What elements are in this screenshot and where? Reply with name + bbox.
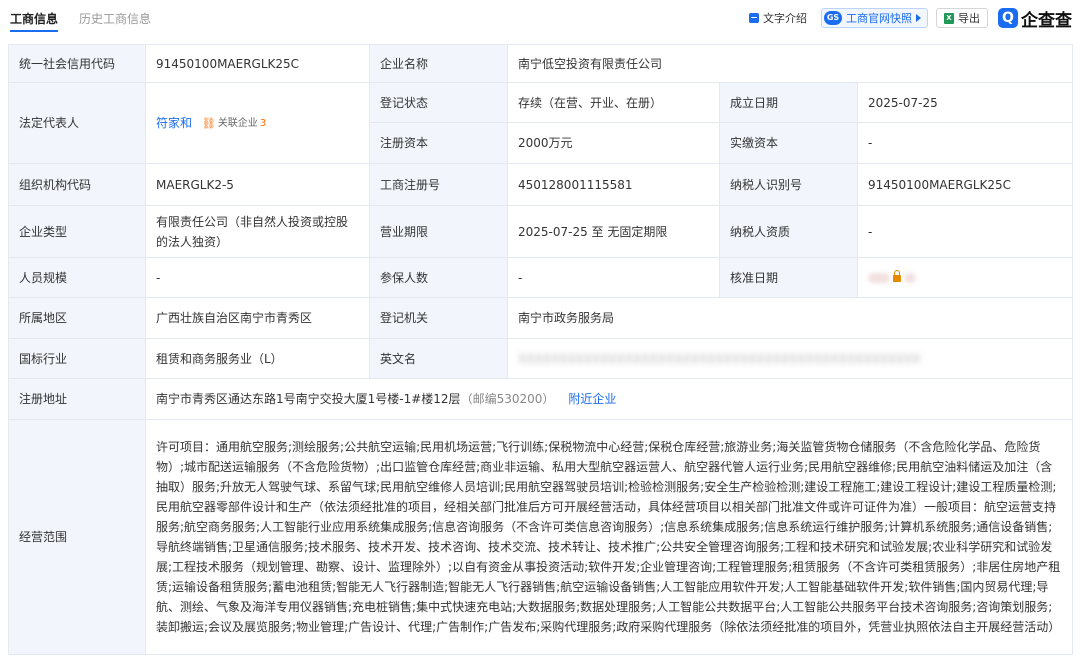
credit-code-value: 91450100MAERGLK25C (145, 44, 370, 83)
company-type-value: 有限责任公司（非自然人投资或控股的法人独资） (145, 205, 370, 258)
address-value: 南宁市青秀区通达东路1号南宁交投大厦1号楼-1#楼12层 (156, 392, 461, 406)
brand-logo: Q 企查查 (998, 6, 1072, 31)
address-label: 注册地址 (8, 378, 146, 420)
official-snapshot-button[interactable]: GS 工商官网快照 (821, 8, 928, 28)
approval-date-value[interactable] (856, 257, 1074, 298)
insured-value: - (507, 257, 720, 298)
region-value: 广西壮族自治区南宁市青秀区 (145, 297, 370, 339)
reg-capital-label: 注册资本 (369, 122, 508, 164)
taxpayer-qual-label: 纳税人资质 (719, 205, 858, 258)
english-name-blurred: XXXXXXXXXXXXXXXXXXXXXXXXXXXXXXXXXXXXXXXX… (518, 351, 921, 366)
export-button[interactable]: X 导出 (936, 8, 988, 28)
region-label: 所属地区 (8, 297, 146, 339)
table-row: 人员规模 - 参保人数 - 核准日期 (8, 257, 1074, 298)
taxpayer-id-value: 91450100MAERGLK25C (856, 163, 1074, 206)
approval-date-blur (868, 273, 890, 283)
tab-business-info[interactable]: 工商信息 (10, 10, 58, 27)
address-cell: 南宁市青秀区通达东路1号南宁交投大厦1号楼-1#楼12层（邮编530200） 附近… (144, 378, 1074, 420)
reg-number-value: 450128001115581 (507, 163, 720, 206)
top-bar: 工商信息 历史工商信息 文字介绍 GS 工商官网快照 X 导出 Q 企查查 (0, 0, 1080, 36)
postal-code: （邮编530200） (460, 392, 555, 406)
text-intro-link[interactable]: 文字介绍 (749, 10, 807, 26)
legal-rep-label: 法定代表人 (8, 82, 146, 164)
approval-date-blur-tail (904, 273, 916, 283)
established-label: 成立日期 (719, 82, 858, 123)
table-row: 所属地区 广西壮族自治区南宁市青秀区 登记机关 南宁市政务服务局 (8, 297, 1074, 339)
nearby-companies-link[interactable]: 附近企业 (568, 392, 616, 406)
insured-label: 参保人数 (369, 257, 508, 298)
snapshot-badge-icon: GS (824, 11, 842, 25)
table-row: 国标行业 租赁和商务服务业（L） 英文名 XXXXXXXXXXXXXXXXXXX… (8, 338, 1074, 379)
reg-authority-label: 登记机关 (369, 297, 508, 339)
table-row: 组织机构代码 MAERGLK2-5 工商注册号 450128001115581 … (8, 163, 1074, 206)
taxpayer-id-label: 纳税人识别号 (719, 163, 858, 206)
company-type-label: 企业类型 (8, 205, 146, 258)
table-row: 经营范围 许可项目：通用航空服务;测绘服务;公共航空运输;民用机场运营;飞行训练… (8, 419, 1074, 655)
established-value: 2025-07-25 (856, 82, 1074, 123)
table-row: 法定代表人 符家和 ⛓ 关联企业 3 登记状态 存续（在营、开业、在册） 成立日… (8, 82, 1074, 164)
staff-size-value: - (145, 257, 370, 298)
org-code-label: 组织机构代码 (8, 163, 146, 206)
legal-rep-cell: 符家和 ⛓ 关联企业 3 (145, 82, 370, 164)
related-companies-link[interactable]: ⛓ 关联企业 3 (202, 114, 266, 134)
credit-code-label: 统一社会信用代码 (8, 44, 146, 83)
related-companies-icon: ⛓ (201, 116, 216, 130)
document-icon (749, 13, 759, 23)
scope-label: 经营范围 (8, 419, 146, 655)
table-row: 企业类型 有限责任公司（非自然人投资或控股的法人独资） 营业期限 2025-07… (8, 205, 1074, 258)
snapshot-label: 工商官网快照 (846, 12, 912, 25)
org-code-value: MAERGLK2-5 (145, 163, 370, 206)
scope-value: 许可项目：通用航空服务;测绘服务;公共航空运输;民用机场运营;飞行训练;保税物流… (144, 419, 1074, 655)
reg-capital-value: 2000万元 (507, 122, 720, 164)
play-arrow-icon (916, 14, 921, 22)
english-name-label: 英文名 (369, 338, 508, 379)
business-term-label: 营业期限 (369, 205, 508, 258)
active-tab-indicator (10, 30, 58, 32)
export-label: 导出 (958, 12, 980, 25)
text-intro-label: 文字介绍 (763, 12, 807, 25)
table-row: 统一社会信用代码 91450100MAERGLK25C 企业名称 南宁低空投资有… (8, 44, 1074, 83)
industry-value: 租赁和商务服务业（L） (145, 338, 370, 379)
lock-icon (893, 269, 901, 282)
reg-status-label: 登记状态 (369, 82, 508, 123)
table-row: 注册地址 南宁市青秀区通达东路1号南宁交投大厦1号楼-1#楼12层（邮编5302… (8, 378, 1074, 420)
paid-capital-value: - (856, 122, 1074, 164)
related-companies-count: 3 (259, 117, 267, 129)
tab-history-business-info[interactable]: 历史工商信息 (79, 10, 151, 27)
qcc-logo-icon: Q (998, 8, 1018, 28)
taxpayer-qual-value: - (856, 205, 1074, 258)
business-term-value: 2025-07-25 至 无固定期限 (507, 205, 720, 258)
paid-capital-label: 实缴资本 (719, 122, 858, 164)
brand-name: 企查查 (1021, 10, 1072, 31)
approval-date-label: 核准日期 (719, 257, 858, 298)
reg-authority-value: 南宁市政务服务局 (506, 297, 1074, 339)
business-info-table: 统一社会信用代码 91450100MAERGLK25C 企业名称 南宁低空投资有… (8, 44, 1074, 655)
staff-size-label: 人员规模 (8, 257, 146, 298)
excel-icon: X (944, 12, 954, 24)
company-name-value: 南宁低空投资有限责任公司 (506, 44, 1074, 83)
toolbar: 文字介绍 GS 工商官网快照 X 导出 Q 企查查 (749, 6, 1072, 31)
company-name-label: 企业名称 (369, 44, 508, 83)
industry-label: 国标行业 (8, 338, 146, 379)
legal-rep-name-link[interactable]: 符家和 (156, 116, 192, 130)
english-name-value: XXXXXXXXXXXXXXXXXXXXXXXXXXXXXXXXXXXXXXXX… (506, 338, 1074, 379)
reg-number-label: 工商注册号 (369, 163, 508, 206)
related-companies-label: 关联企业 (217, 117, 258, 129)
reg-status-value: 存续（在营、开业、在册） (507, 82, 720, 123)
